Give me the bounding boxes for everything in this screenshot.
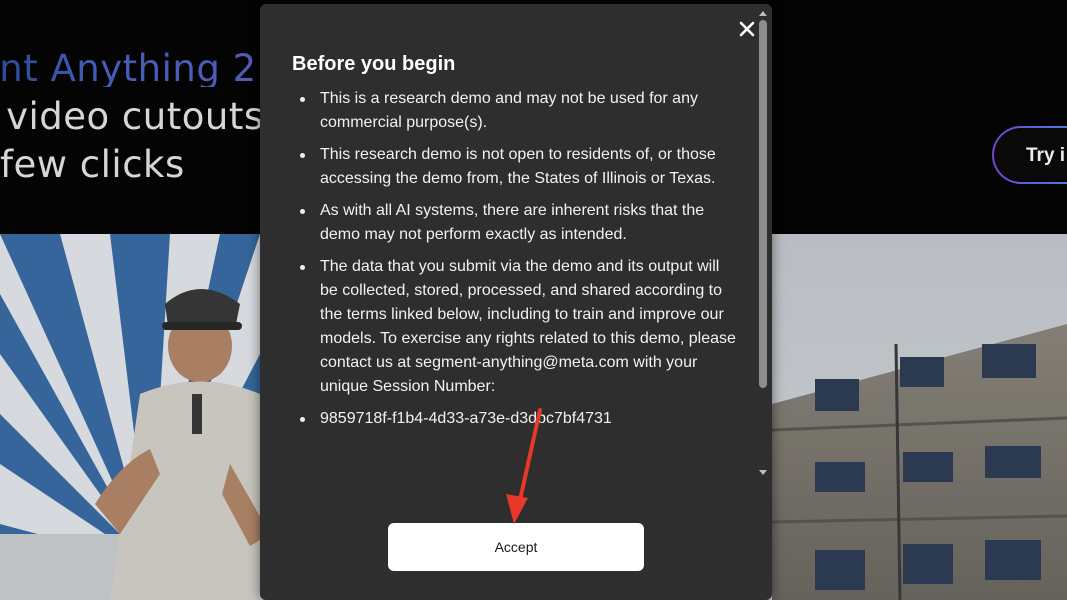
accept-button[interactable]: Accept: [388, 523, 644, 571]
notice-item: This research demo is not open to reside…: [300, 143, 740, 191]
scroll-down-button[interactable]: [756, 464, 770, 478]
notice-item: This is a research demo and may not be u…: [300, 87, 740, 135]
modal-title: Before you begin: [292, 53, 456, 75]
page: ent Anything 2 - video cutouts few click…: [0, 0, 1067, 600]
modal-scrollbar[interactable]: [756, 6, 770, 478]
scroll-up-button[interactable]: [756, 6, 770, 20]
scroll-thumb[interactable]: [759, 20, 767, 388]
caret-up-icon: [759, 11, 767, 16]
close-button[interactable]: [737, 19, 757, 39]
notice-list: This is a research demo and may not be u…: [292, 87, 740, 439]
modal-scroll-area[interactable]: Before you begin This is a research demo…: [260, 4, 756, 480]
notice-item: The data that you submit via the demo an…: [300, 255, 740, 399]
caret-down-icon: [759, 470, 767, 475]
session-number: 9859718f-f1b4-4d33-a73e-d3dbc7bf4731: [300, 407, 740, 431]
scroll-track[interactable]: [759, 20, 767, 464]
notice-item: As with all AI systems, there are inhere…: [300, 199, 740, 247]
before-you-begin-modal: Before you begin This is a research demo…: [260, 4, 772, 600]
close-icon: [739, 21, 755, 37]
